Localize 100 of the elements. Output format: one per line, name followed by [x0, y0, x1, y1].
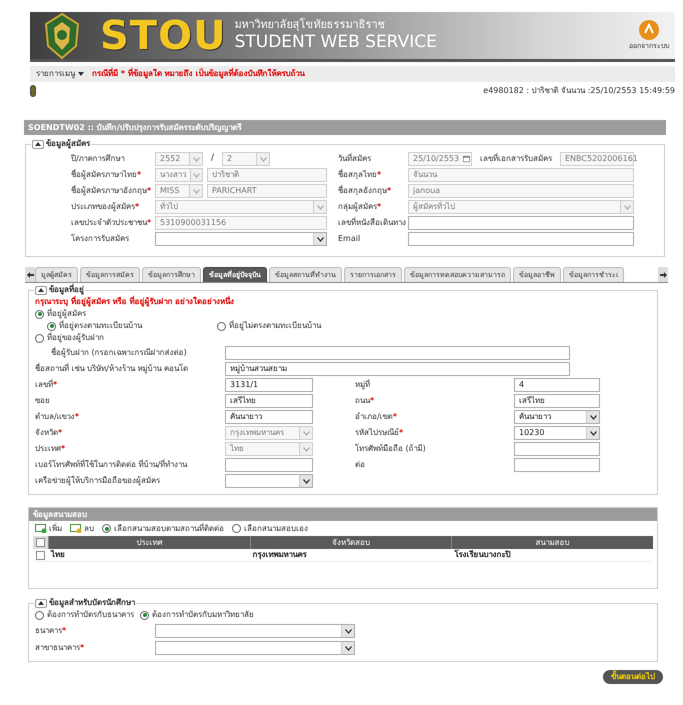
field-label: ประเทศ* — [35, 443, 66, 455]
section-title: ข้อมูลสำหรับบัตรนักศึกษา — [49, 597, 135, 609]
field-label: ชื่อผู้สมัครภาษาไทย* — [71, 169, 142, 181]
field-label: โครงการรับสมัคร — [71, 233, 130, 245]
chevron-down-icon — [341, 642, 354, 654]
radio-option[interactable]: เลือกสนามสอบเอง — [232, 522, 308, 534]
radio-option[interactable]: ที่อยู่ไม่ตรงตามทะเบียนบ้าน — [217, 320, 387, 332]
text-field[interactable] — [225, 458, 313, 472]
radio-option[interactable]: ที่อยู่ตรงตามทะเบียนบ้าน — [47, 320, 217, 332]
collapse-icon[interactable] — [32, 140, 44, 148]
document-icon — [70, 524, 82, 533]
chevron-down-icon — [189, 153, 202, 165]
required-notice: กรณีที่มี * ที่ข้อมูลใด หมายถึง เป็นข้อมูลที่ต้องบันทึกให้ครบถ้วน — [92, 68, 304, 80]
select-field[interactable] — [155, 624, 355, 638]
field-label: ปี/ภาคการศึกษา — [71, 153, 126, 165]
service-name: STUDENT WEB SERVICE — [234, 32, 437, 53]
field-label: ตำบล/แขวง* — [35, 411, 80, 423]
field-label: สาขาธนาคาร* — [35, 642, 86, 654]
address-notice: กรุณาระบุ ที่อยู่ผู้สมัคร หรือ ที่อยู่ผู้รับฝาก อย่างใดอย่างหนึ่ง — [35, 296, 236, 308]
radio-icon[interactable] — [140, 610, 149, 620]
section-header: ข้อมูลสนามสอบ — [29, 508, 657, 521]
field-label: เลขที่หนังสือเดินทาง — [338, 217, 407, 229]
scroll-left-icon[interactable] — [25, 267, 35, 282]
radio-icon[interactable] — [47, 322, 56, 330]
field-label: กลุ่มผู้สมัคร* — [338, 201, 382, 213]
document-icon — [35, 524, 47, 533]
logout-icon[interactable] — [638, 19, 660, 42]
field-label: ต่อ — [355, 459, 366, 471]
chevron-down-icon — [341, 625, 354, 637]
select-field[interactable] — [155, 232, 327, 246]
section-title: ข้อมูลที่อยู่ — [49, 284, 84, 296]
logo-text: STOU — [100, 16, 227, 56]
column-header: ประเทศ — [48, 536, 250, 549]
field-label: เลขที่* — [35, 379, 58, 391]
select-field[interactable] — [155, 641, 355, 655]
text-field[interactable] — [408, 216, 634, 230]
text-field[interactable]: คันนายาว — [225, 410, 313, 424]
radio-option[interactable]: ต้องการทำบัตรกับธนาคาร — [35, 609, 134, 621]
radio-icon[interactable] — [217, 322, 226, 330]
chevron-down-icon — [620, 201, 633, 213]
page-title: SOENDTW02 :: บันทึก/ปรับปรุงการรับสมัครระดับปริญญาตรี — [24, 120, 666, 135]
text-field[interactable]: 4 — [514, 378, 600, 392]
field-label: ชื่อสกุลไทย* — [338, 169, 382, 181]
field-label: เครือข่ายผู้ให้บริการมือถือของผู้สมัคร — [35, 475, 161, 487]
checkbox[interactable] — [36, 550, 45, 560]
select-field[interactable]: 10230 — [514, 426, 600, 440]
column-header: สนามสอบ — [451, 536, 654, 549]
select-field[interactable] — [225, 474, 313, 488]
radio-icon[interactable] — [102, 524, 111, 533]
chevron-down-icon — [586, 427, 599, 439]
field-label: ชื่อผู้รับฝาก (กรอกเฉพาะกรณีฝากส่งต่อ) — [51, 347, 188, 359]
text-field[interactable]: 3131/1 — [225, 378, 313, 392]
chevron-down-icon — [256, 153, 270, 165]
field-label: หมู่ที่ — [355, 379, 371, 391]
field-label: อำเภอ/เขต* — [355, 411, 398, 423]
text-field[interactable] — [514, 458, 600, 472]
radio-option[interactable]: ต้องการทำบัตรกับมหาวิทยาลัย — [140, 609, 254, 621]
radio-option[interactable]: ที่อยู่ของผู้รับฝาก — [35, 332, 657, 344]
field-label: ประเภทของผู้สมัคร* — [71, 201, 140, 213]
section-title: ข้อมูลผู้สมัคร — [46, 138, 90, 150]
field-label: รหัสไปรษณีย์* — [355, 427, 404, 439]
chevron-down-icon — [586, 411, 599, 423]
field-label: ธนาคาร* — [35, 625, 68, 637]
radio-option[interactable]: เลือกสนามสอบตามสถานที่ติดต่อ — [102, 522, 224, 534]
field-label: ซอย — [35, 395, 51, 407]
field-label: โทรศัพท์มือถือ (ถ้ามี) — [355, 443, 427, 455]
table-cell-text: ไทย — [49, 549, 66, 561]
checkbox[interactable] — [36, 538, 45, 547]
radio-icon[interactable] — [35, 310, 44, 318]
chevron-down-icon — [299, 475, 312, 487]
chevron-down-icon — [313, 233, 326, 245]
chevron-down-icon — [313, 201, 326, 213]
university-name: มหาวิทยาลัยสุโขทัยธรรมาธิราช — [234, 18, 386, 32]
field-label: เบอร์โทรศัพท์ที่ใช้ในการติดต่อ ที่บ้าน/ที่ทำงาน — [35, 459, 188, 471]
scroll-right-icon[interactable] — [658, 267, 668, 282]
next-button[interactable]: ขั้นตอนต่อไป — [603, 670, 663, 684]
text-field[interactable]: เสรีไทย — [225, 394, 313, 408]
add-button[interactable]: เพิ่ม — [35, 522, 62, 534]
select-field[interactable]: คันนายาว — [514, 410, 600, 424]
radio-icon[interactable] — [35, 334, 44, 342]
field-label: เลขที่เอกสารรับสมัคร — [479, 153, 553, 165]
text-field[interactable]: หมู่บ้านสวนสยาม — [225, 362, 570, 376]
text-field[interactable] — [408, 232, 634, 246]
delete-button[interactable]: ลบ — [70, 522, 94, 534]
radio-icon[interactable] — [35, 610, 44, 620]
text-field[interactable]: เสรีไทย — [514, 394, 600, 408]
table-cell-text: โรงเรียนบางกะปิ — [453, 549, 512, 561]
field-label: ชื่อผู้สมัครภาษาอังกฤษ* — [71, 185, 152, 197]
text-field[interactable] — [514, 442, 600, 456]
chevron-down-icon — [189, 185, 202, 197]
text-field[interactable] — [225, 346, 570, 360]
chevron-down-icon — [190, 169, 202, 181]
radio-icon[interactable] — [232, 524, 241, 533]
pill-icon — [30, 85, 36, 97]
collapse-icon[interactable] — [35, 286, 47, 294]
radio-option[interactable]: ที่อยู่ผู้สมัคร — [35, 308, 657, 320]
collapse-icon[interactable] — [35, 598, 47, 608]
caret-icon — [78, 72, 84, 76]
menu-dropdown[interactable]: รายการเมนู — [36, 68, 84, 80]
column-header: จังหวัดสอบ — [250, 536, 452, 549]
